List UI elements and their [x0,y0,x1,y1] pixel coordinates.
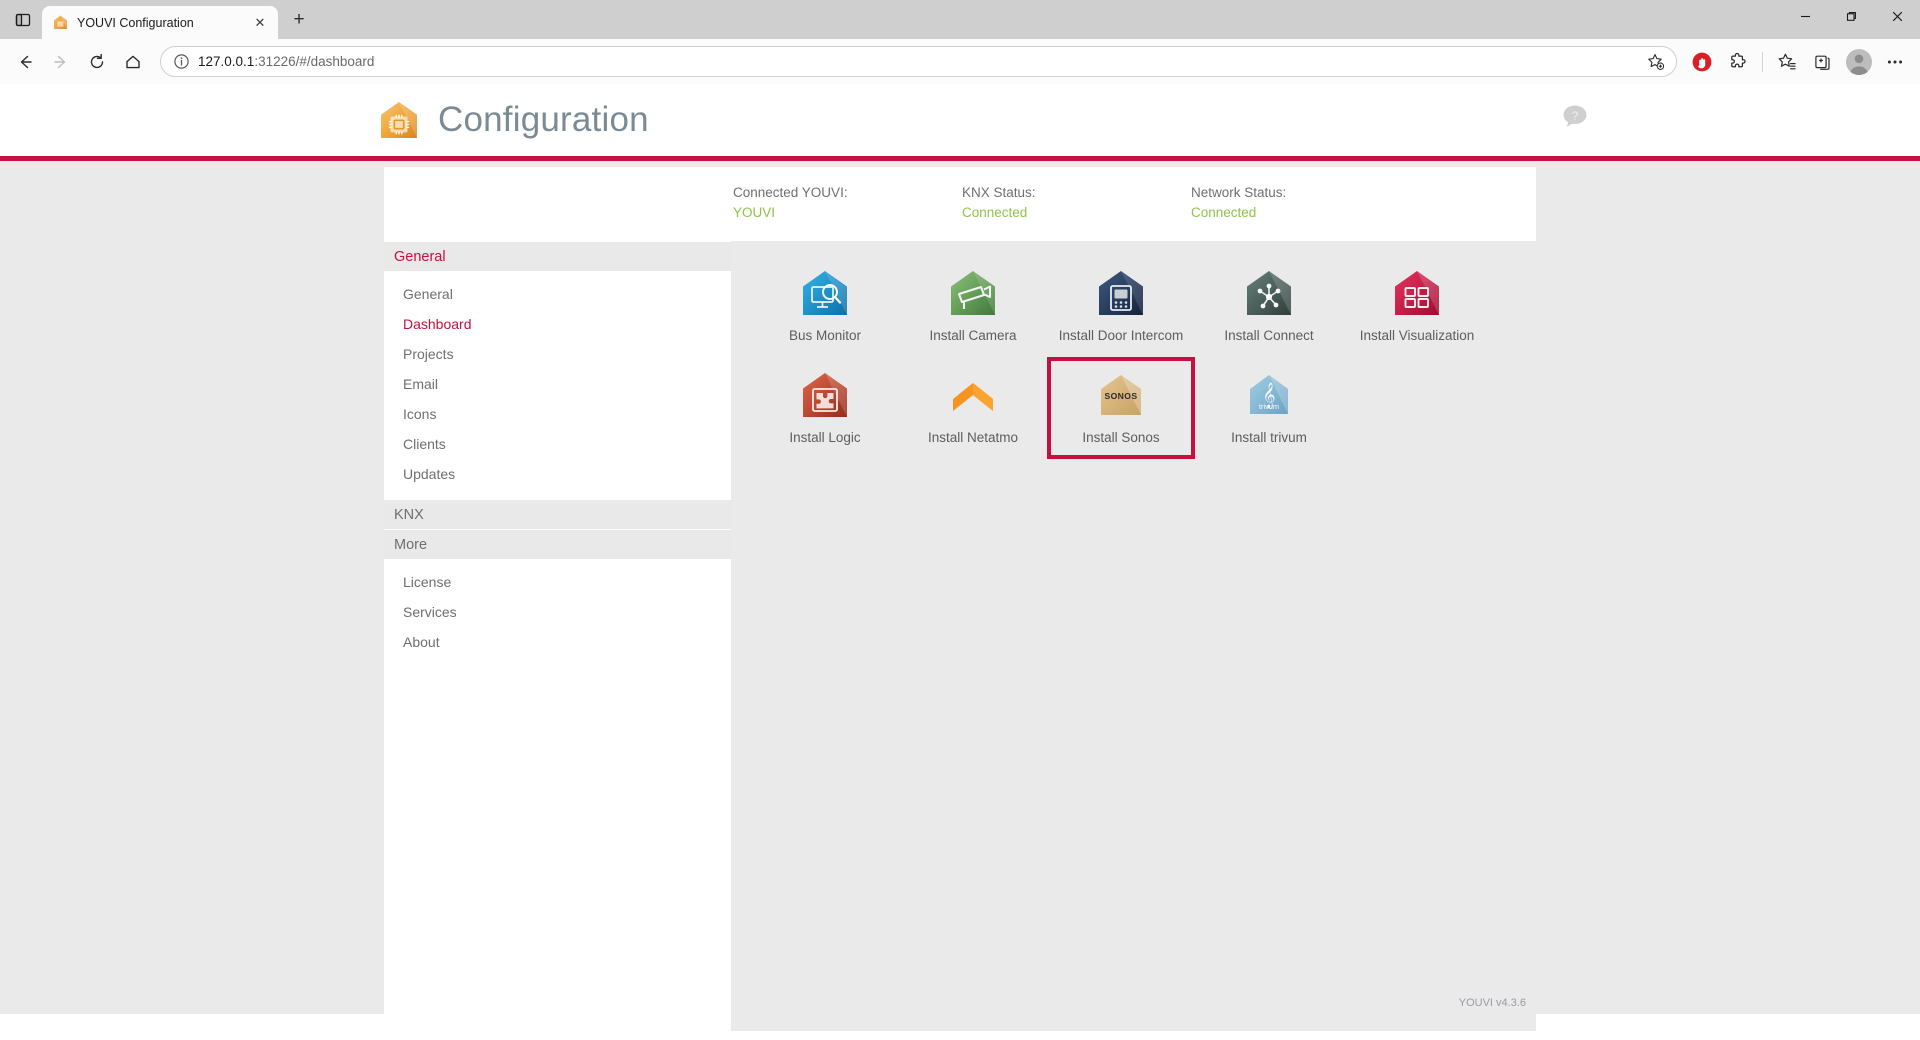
page-body: Connected YOUVI: YOUVI KNX Status: Conne… [0,161,1920,1031]
sidebar-nav: General General Dashboard Projects Email… [384,241,731,1031]
back-arrow-icon[interactable] [8,45,42,79]
status-value: Connected [1191,205,1257,220]
sidebar-item-about[interactable]: About [384,627,731,657]
help-question-bubble-icon[interactable]: ? [1560,102,1590,132]
sidebar-item-updates[interactable]: Updates [384,459,731,489]
tile-label: Install Sonos [1082,430,1160,445]
reload-icon[interactable] [80,45,114,79]
tile-install-door-intercom[interactable]: Install Door Intercom [1047,255,1195,357]
tile-label: Bus Monitor [788,328,862,343]
tile-install-netatmo[interactable]: Install Netatmo [899,357,1047,459]
site-info-icon[interactable] [173,53,190,70]
tile-label: Install Logic [789,430,861,445]
status-knx: KNX Status: Connected [962,183,1191,223]
window-controls [1782,0,1920,32]
trivum-clef-icon: 𝄞 trivum [1243,369,1295,421]
app-header: Configuration ? [0,84,1920,156]
content-panel: Connected YOUVI: YOUVI KNX Status: Conne… [384,167,1536,1031]
tab-strip: YOUVI Configuration ✕ + [0,0,1920,39]
sidebar-item-general[interactable]: General [384,279,731,309]
browser-toolbar: 127.0.0.1:31226/#/dashboard [0,39,1920,84]
logic-puzzle-icon [799,369,851,421]
tile-install-sonos[interactable]: SONOS Install Sonos [1047,357,1195,459]
sidebar-item-dashboard[interactable]: Dashboard [384,309,731,339]
youvi-house-favicon [52,14,69,31]
browser-tab[interactable]: YOUVI Configuration ✕ [42,6,278,39]
tile-area: Bus Monitor Install Camera Install Door … [731,241,1536,1031]
browser-window: YOUVI Configuration ✕ + 127.0.0.1:31226/… [0,0,1920,1040]
tile-bus-monitor[interactable]: Bus Monitor [751,255,899,357]
status-network: Network Status: Connected [1191,183,1420,223]
sidebar-sublist-general: General Dashboard Projects Email Icons C… [384,271,731,499]
sidebar-group-knx[interactable]: KNX [384,499,731,529]
close-icon[interactable]: ✕ [250,13,270,33]
svg-text:?: ? [1572,109,1579,123]
tile-grid: Bus Monitor Install Camera Install Door … [751,255,1541,459]
svg-text:SONOS: SONOS [1104,391,1137,401]
tile-label: Install Camera [929,328,1017,343]
sidebar-item-clients[interactable]: Clients [384,429,731,459]
tile-label: Install Netatmo [927,430,1019,445]
connect-network-icon [1243,267,1295,319]
version-label: YOUVI v4.3.6 [1458,997,1526,1009]
bus-monitor-icon [799,267,851,319]
page-title: Configuration [438,100,649,139]
tile-install-camera[interactable]: Install Camera [899,255,1047,357]
settings-more-icon[interactable] [1878,45,1912,79]
sidebar-item-projects[interactable]: Projects [384,339,731,369]
tile-label: Install Connect [1224,328,1314,343]
home-icon[interactable] [116,45,150,79]
tile-install-logic[interactable]: Install Logic [751,357,899,459]
sidebar-item-services[interactable]: Services [384,597,731,627]
sidebar-item-icons[interactable]: Icons [384,399,731,429]
tile-label: Install Visualization [1359,328,1475,343]
panel-row: General General Dashboard Projects Email… [384,241,1536,1031]
adblock-icon[interactable] [1685,45,1719,79]
status-value: YOUVI [733,205,776,220]
add-favorite-star-icon[interactable] [1642,48,1670,76]
tile-install-trivum[interactable]: 𝄞 trivum Install trivum [1195,357,1343,459]
new-tab-button[interactable]: + [284,5,314,35]
camera-icon [947,267,999,319]
tab-actions-icon[interactable] [4,4,42,36]
url-text: 127.0.0.1:31226/#/dashboard [198,54,1634,69]
sidebar-group-general[interactable]: General [384,241,731,271]
status-label: Network Status: [1191,185,1287,200]
status-label: KNX Status: [962,185,1036,200]
favorites-star-icon[interactable] [1770,45,1804,79]
status-value: Connected [962,205,1028,220]
address-bar[interactable]: 127.0.0.1:31226/#/dashboard [160,46,1677,77]
url-host: 127.0.0.1 [198,54,255,69]
tile-install-visualization[interactable]: Install Visualization [1343,255,1491,357]
maximize-button[interactable] [1828,0,1874,32]
status-label: Connected YOUVI: [733,185,848,200]
extensions-puzzle-icon[interactable] [1721,45,1755,79]
tab-title: YOUVI Configuration [77,15,194,30]
visualization-grid-icon [1391,267,1443,319]
window-close-button[interactable] [1874,0,1920,32]
sidebar-group-more[interactable]: More [384,529,731,559]
tile-label: Install trivum [1231,430,1307,445]
status-bar: Connected YOUVI: YOUVI KNX Status: Conne… [384,167,1536,241]
door-intercom-icon [1095,267,1147,319]
forward-arrow-icon [44,45,78,79]
tile-install-connect[interactable]: Install Connect [1195,255,1343,357]
sidebar-item-license[interactable]: License [384,567,731,597]
sidebar-item-email[interactable]: Email [384,369,731,399]
netatmo-chevron-icon [947,369,999,421]
minimize-button[interactable] [1782,0,1828,32]
youvi-house-chip-logo [378,99,420,141]
collections-icon[interactable] [1806,45,1840,79]
status-connected-youvi: Connected YOUVI: YOUVI [733,183,962,223]
tile-label: Install Door Intercom [1058,328,1184,343]
url-path: :31226/#/dashboard [254,54,375,69]
svg-text:trivum: trivum [1259,402,1279,411]
page-viewport: Configuration ? Connected YOUVI: YOUVI K… [0,84,1920,1040]
sonos-icon: SONOS [1095,369,1147,421]
sidebar-sublist-more: License Services About [384,559,731,667]
profile-avatar[interactable] [1846,48,1872,75]
toolbar-divider [1762,51,1763,72]
